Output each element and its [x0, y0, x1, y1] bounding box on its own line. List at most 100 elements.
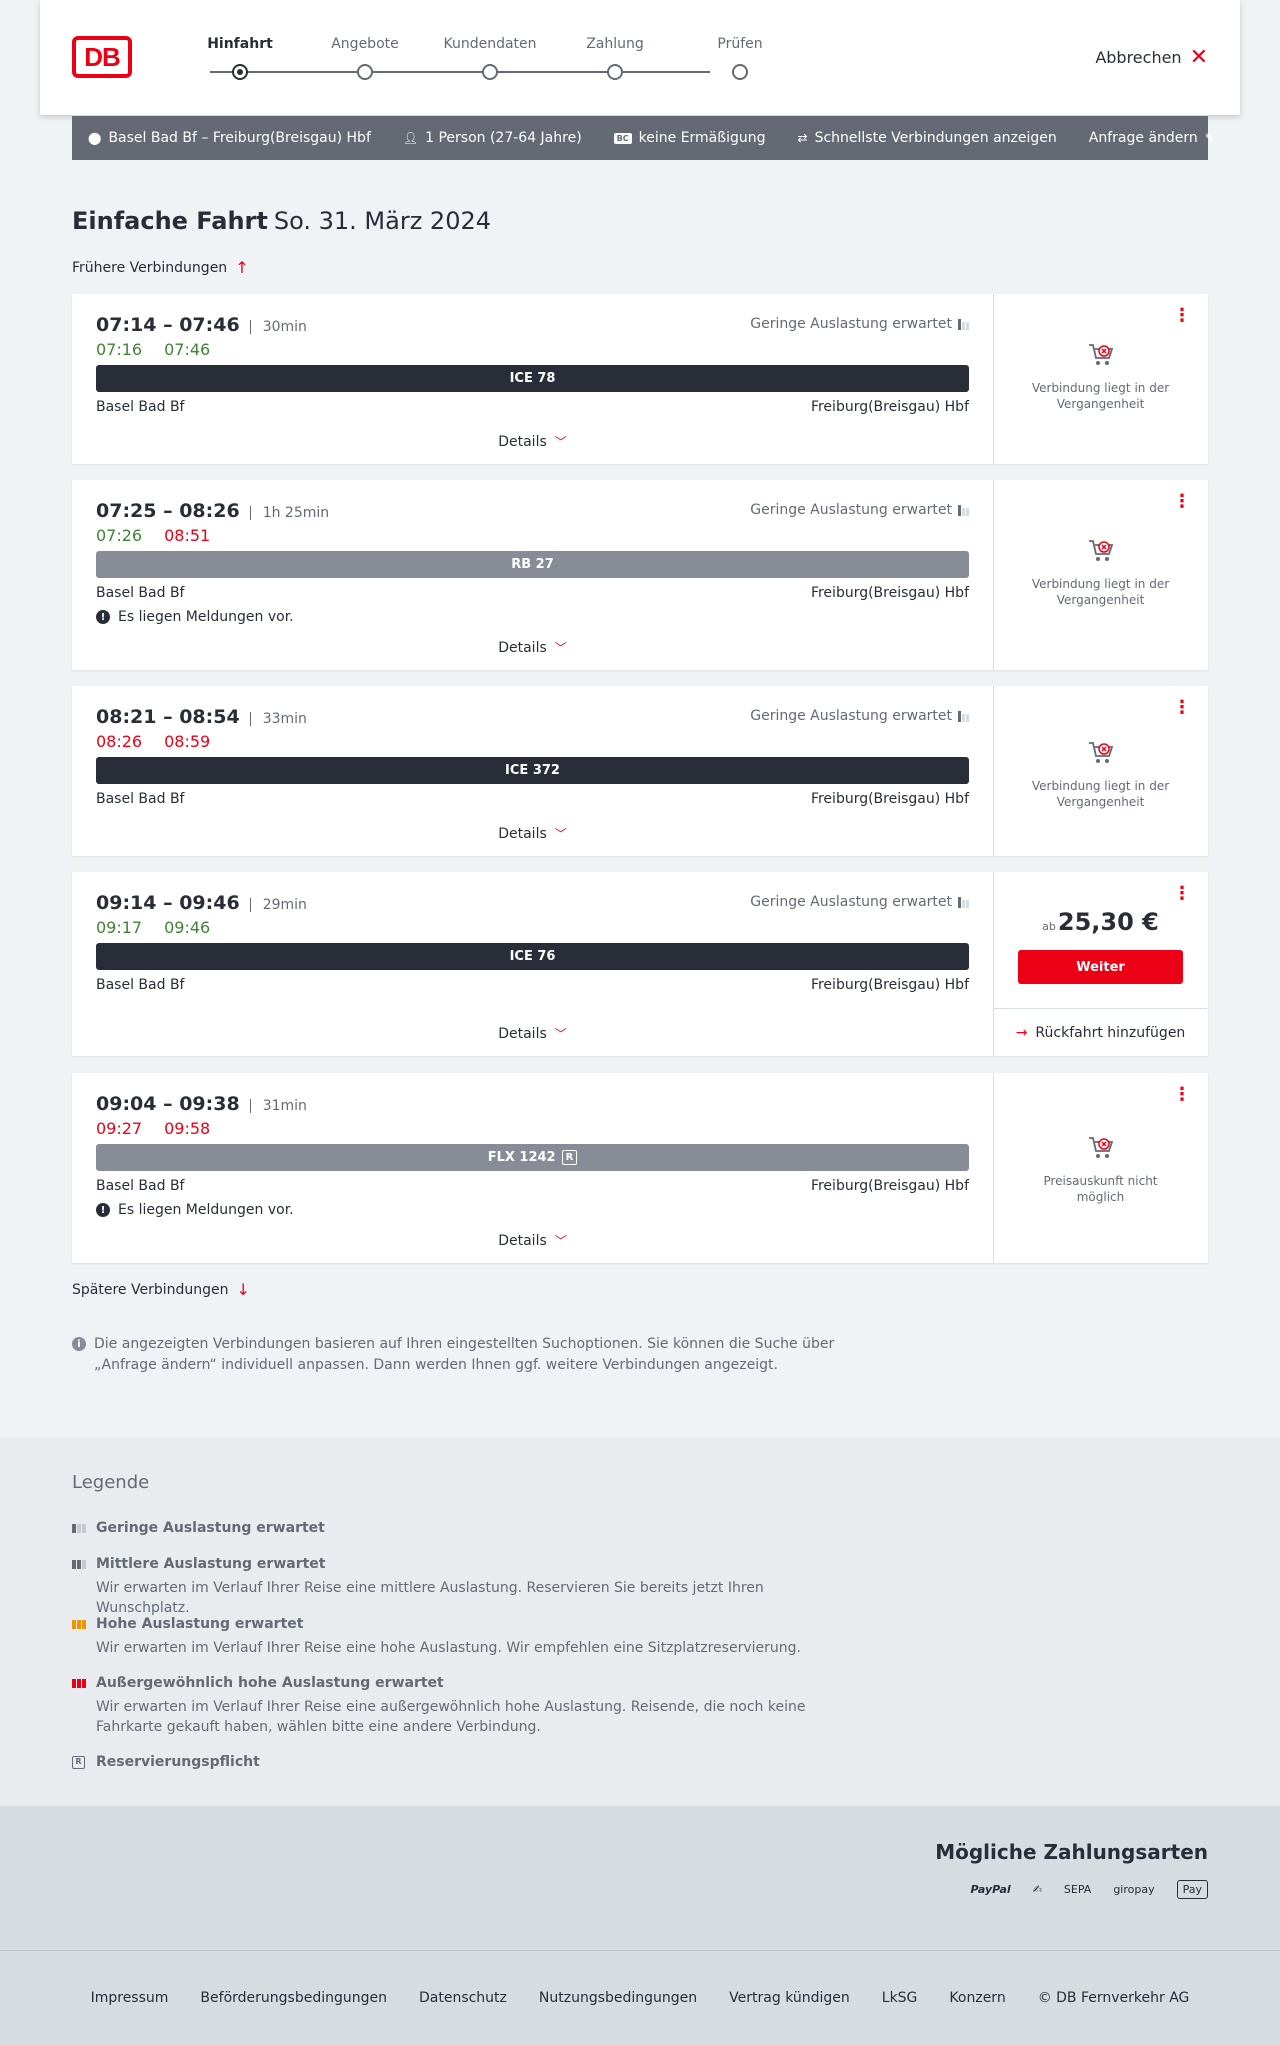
cart-unavailable-icon [1088, 1137, 1113, 1158]
price-value: 25,30 € [1057, 908, 1159, 936]
train-name: ICE 372 [505, 763, 560, 778]
connection-card: 09:04 – 09:38 31min 09:27 09:58 FLX 1242 R … [72, 1073, 1208, 1263]
change-request-button[interactable]: Anfrage ändern ✎ [1089, 130, 1215, 146]
query-fastest: ⇄ Schnellste Verbindungen anzeigen [798, 130, 1057, 146]
step-kundendaten: Kundendaten [425, 36, 555, 80]
connection-card: 07:25 – 08:26 1h 25min 07:26 08:51 Geringe… [72, 480, 1208, 670]
stations: Basel Bad Bf Freiburg(Breisgau) Hbf [96, 399, 969, 415]
step-label: Zahlung [586, 36, 644, 52]
legend-item-desc: Wir erwarten im Verlauf Ihrer Reise eine… [96, 1699, 806, 1735]
payment-section: Mögliche Zahlungsarten PayPal ✍ SEPA gir… [0, 1806, 1280, 1950]
details-toggle[interactable]: Details ﹀ [72, 639, 993, 656]
footer-link-nutzungsbedingungen[interactable]: Nutzungsbedingungen [539, 1990, 697, 2006]
load-text: Geringe Auslastung erwartet [750, 708, 952, 724]
more-options-icon[interactable]: ⋮ [1173, 1086, 1191, 1104]
more-options-icon[interactable]: ⋮ [1173, 493, 1191, 511]
step-label: Kundendaten [443, 36, 537, 52]
cancel-label: Abbrechen [1095, 48, 1182, 67]
alert-icon: ! [96, 610, 110, 624]
legend-section: Legende Geringe Auslastung erwartet Mitt… [0, 1438, 1280, 1806]
origin-station: Basel Bad Bf [96, 585, 185, 601]
realtime-departure: 07:16 [96, 340, 143, 359]
later-connections-link[interactable]: Spätere Verbindungen ↓ [72, 1280, 250, 1299]
details-label: Details [498, 434, 547, 450]
details-label: Details [498, 826, 547, 842]
origin-station: Basel Bad Bf [96, 399, 185, 415]
connection-main[interactable]: 07:25 – 08:26 1h 25min 07:26 08:51 Geringe… [72, 480, 994, 670]
location-pin-icon: ⬤ [88, 131, 102, 145]
progress-line [210, 71, 710, 73]
progress-steps: Hinfahrt Angebote Kundendaten Zahlung Pr… [180, 36, 763, 86]
legend-item: Hohe Auslastung erwartet Wir erwarten im… [72, 1614, 852, 1658]
later-label: Spätere Verbindungen [72, 1281, 229, 1298]
step-zahlung: Zahlung [550, 36, 680, 80]
planned-times: 07:25 – 08:26 [96, 500, 240, 522]
realtime-departure: 09:27 [96, 1119, 143, 1138]
realtime-times: 08:26 08:59 [96, 732, 969, 751]
query-discount: BC keine Ermäßigung [613, 130, 766, 146]
chevron-down-icon: ﹀ [554, 827, 567, 841]
legend-item-title: Geringe Auslastung erwartet [96, 1520, 325, 1536]
db-logo[interactable]: DB [72, 36, 132, 78]
footer-link-vertrag-kuendigen[interactable]: Vertrag kündigen [729, 1990, 850, 2006]
planned-times: 09:14 – 09:46 [96, 892, 240, 914]
legend-item: Geringe Auslastung erwartet [72, 1518, 852, 1538]
earlier-connections-link[interactable]: Frühere Verbindungen ↑ [72, 258, 249, 277]
details-toggle[interactable]: Details ﹀ [72, 1232, 993, 1249]
stations: Basel Bad Bf Freiburg(Breisgau) Hbf [96, 791, 969, 807]
persons-text: 1 Person (27-64 Jahre) [425, 130, 582, 146]
trip-type: Einfache Fahrt [72, 207, 268, 235]
add-return-button[interactable]: → Rückfahrt hinzufügen [994, 1008, 1207, 1056]
low-load-icon [72, 1523, 88, 1533]
query-route: ⬤ Basel Bad Bf – Freiburg(Breisgau) Hbf [88, 130, 371, 146]
continue-button[interactable]: Weiter [1018, 950, 1183, 984]
realtime-arrival: 09:58 [164, 1119, 211, 1138]
swap-icon: ⇄ [797, 131, 808, 145]
step-hinfahrt[interactable]: Hinfahrt [175, 36, 305, 80]
details-label: Details [498, 1233, 547, 1249]
low-load-icon [958, 896, 969, 908]
step-label: Angebote [331, 36, 399, 52]
cancel-button[interactable]: Abbrechen ✕ [1095, 46, 1208, 68]
train-bar: ICE 76 [96, 943, 969, 970]
paypal-icon: PayPal [970, 1883, 1011, 1896]
details-toggle[interactable]: Details ﹀ [72, 433, 993, 450]
footer-link-befoerderungsbedingungen[interactable]: Beförderungsbedingungen [200, 1990, 387, 2006]
details-toggle[interactable]: Details ﹀ [72, 1025, 993, 1042]
more-options-icon[interactable]: ⋮ [1173, 885, 1191, 903]
footer-link-datenschutz[interactable]: Datenschutz [419, 1990, 507, 2006]
footer-link-impressum[interactable]: Impressum [91, 1990, 169, 2006]
connection-main[interactable]: 09:04 – 09:38 31min 09:27 09:58 FLX 1242 R … [72, 1073, 994, 1263]
destination-station: Freiburg(Breisgau) Hbf [810, 977, 969, 993]
connection-main[interactable]: 07:14 – 07:46 30min 07:16 07:46 Geringe Au… [72, 294, 994, 464]
details-toggle[interactable]: Details ﹀ [72, 825, 993, 842]
earlier-label: Frühere Verbindungen [72, 259, 228, 276]
connection-main[interactable]: 08:21 – 08:54 33min 08:26 08:59 Geringe Au… [72, 686, 994, 856]
more-options-icon[interactable]: ⋮ [1173, 307, 1191, 325]
stations: Basel Bad Bf Freiburg(Breisgau) Hbf [96, 977, 969, 993]
more-options-icon[interactable]: ⋮ [1173, 699, 1191, 717]
alert-icon: ! [96, 1203, 110, 1217]
train-name: FLX 1242 [487, 1150, 556, 1165]
high-load-icon [72, 1619, 88, 1629]
connection-offer: ⋮ ab25,30 € Weiter → Rückfahrt hinzufügen [994, 872, 1207, 1056]
low-load-icon [958, 710, 969, 722]
direct-debit-icon: ✍ [1032, 1883, 1042, 1896]
realtime-arrival: 09:46 [164, 918, 211, 937]
load-text: Geringe Auslastung erwartet [750, 502, 952, 518]
legend-item-title: Außergewöhnlich hohe Auslastung erwartet [96, 1675, 444, 1691]
extreme-load-icon [72, 1678, 88, 1688]
legend-item: R Reservierungspflicht [72, 1752, 852, 1772]
low-load-icon [958, 504, 969, 516]
legend-item-title: Mittlere Auslastung erwartet [96, 1556, 326, 1572]
connection-card: 07:14 – 07:46 30min 07:16 07:46 Geringe Au… [72, 294, 1208, 464]
origin-station: Basel Bad Bf [96, 977, 185, 993]
realtime-departure: 07:26 [96, 526, 143, 545]
apple-pay-icon: Pay [1176, 1880, 1208, 1899]
footer-link-konzern[interactable]: Konzern [949, 1990, 1005, 2006]
chevron-down-icon: ﹀ [554, 1234, 567, 1248]
step-pruefen: Prüfen [675, 36, 805, 80]
connection-main[interactable]: 09:14 – 09:46 29min 09:17 09:46 Geringe Au… [72, 872, 994, 1056]
footer-link-lksg[interactable]: LkSG [882, 1990, 918, 2006]
realtime-times: 09:17 09:46 [96, 918, 969, 937]
